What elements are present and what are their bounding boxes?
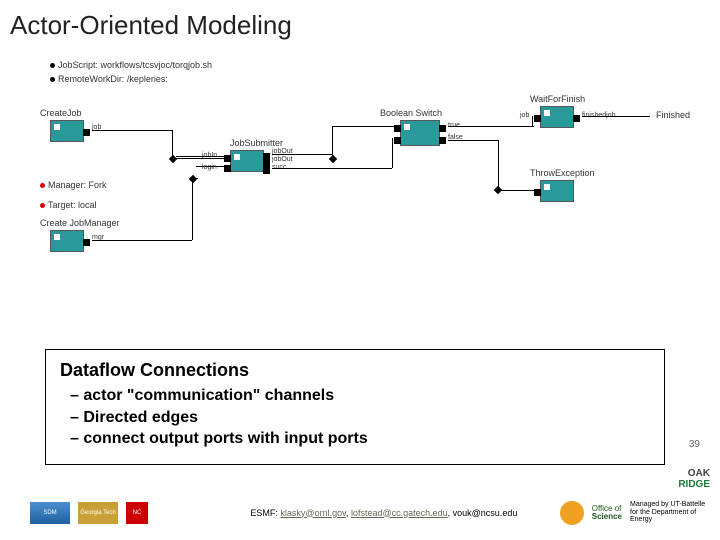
office-science-text: Office ofScience [592, 505, 622, 521]
actor-waitforfinish: WaitForFinish job finishedjob [540, 106, 574, 128]
managed-by-text: Managed by UT-Battelle for the Departmen… [630, 501, 710, 524]
georgiatech-logo: Georgia Tech [78, 502, 118, 524]
relation-node [329, 155, 337, 163]
actor-throwexception: ThrowException [540, 180, 574, 202]
dataflow-item: actor "communication" channels [90, 385, 650, 407]
footer-emails: ESMF: klasky@ornl.gov, lofstead@cc.gatec… [208, 508, 560, 518]
footer: SDM Georgia Tech NC ESMF: klasky@ornl.go… [0, 485, 720, 540]
actor-jobsubmitter: JobSubmitter jobIn login jobOut jobOut s… [230, 150, 264, 172]
nc-logo: NC [126, 502, 148, 524]
email-link[interactable]: lofstead@cc.gatech.edu [351, 508, 448, 518]
param-manager: Manager: Fork [40, 180, 107, 190]
text-finished: Finished [656, 110, 690, 120]
slide-title: Actor-Oriented Modeling [0, 0, 720, 41]
param-remotework: RemoteWorkDir: /kepleries: [50, 74, 168, 84]
actor-booleanswitch: Boolean Switch true false [400, 120, 440, 146]
relation-node [494, 186, 502, 194]
dataflow-title: Dataflow Connections [60, 360, 650, 381]
science-logo [560, 501, 584, 525]
param-jobscript: JobScript: workflows/tcsvjoc/torqjob.sh [50, 60, 212, 70]
param-target: Target: local [40, 200, 97, 210]
dataflow-item: Directed edges [90, 407, 650, 429]
sdm-logo: SDM [30, 502, 70, 524]
footer-logos-left: SDM Georgia Tech NC [30, 502, 148, 524]
relation-node [189, 175, 197, 183]
actor-createjob: CreateJob job [50, 120, 84, 142]
actor-createjobmgr: Create JobManager mgr [50, 230, 84, 252]
dataflow-item: connect output ports with input ports [90, 428, 650, 450]
page-number: 39 [689, 439, 700, 450]
workflow-diagram: JobScript: workflows/tcsvjoc/torqjob.sh … [30, 60, 700, 320]
dataflow-box: Dataflow Connections actor "communicatio… [45, 349, 665, 465]
email-link[interactable]: klasky@ornl.gov [280, 508, 346, 518]
footer-logos-right: Office ofScience Managed by UT-Battelle … [560, 501, 710, 525]
